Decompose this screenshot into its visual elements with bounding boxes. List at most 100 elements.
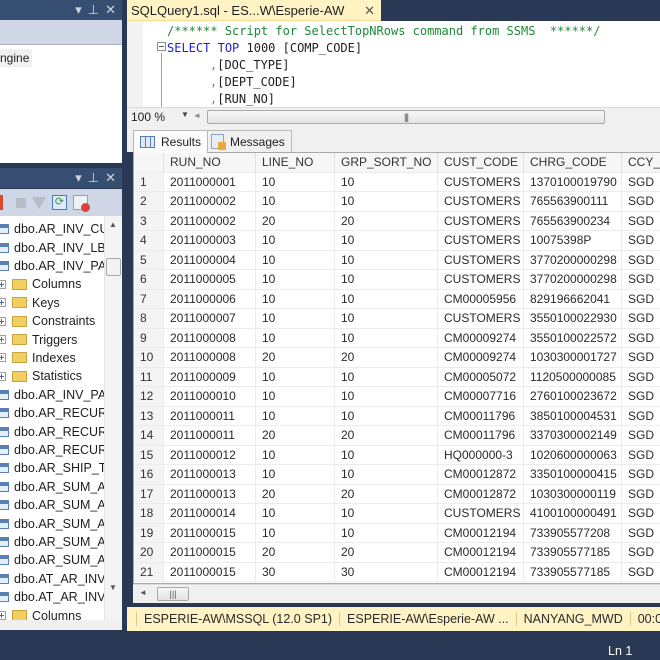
row-number[interactable]: 18 (134, 504, 164, 524)
grid-cell[interactable]: CUSTOMERS (438, 504, 524, 524)
grid-cell[interactable]: 10 (256, 406, 335, 426)
table-row[interactable]: 10 2011000008 20 20 CM00009274 1030300001727 S… (134, 348, 660, 368)
tree-table-item[interactable]: dbo.AR_INV_CU (0, 220, 104, 238)
table-row[interactable]: 16 2011000013 10 10 CM00012872 3350100000415 S… (134, 465, 660, 485)
tree-folder-item[interactable]: Columns (0, 275, 104, 293)
grid-cell[interactable]: 20 (335, 484, 438, 504)
grid-cell[interactable]: 2011000005 (164, 270, 256, 290)
column-header[interactable]: GRP_SORT_NO (335, 153, 438, 173)
grid-cell[interactable]: SGD (622, 387, 660, 407)
grid-cell[interactable]: SGD (622, 524, 660, 543)
grid-cell[interactable]: CM00012194 (438, 523, 524, 543)
table-row[interactable]: 14 2011000011 20 20 CM00011796 3370300002149 S… (134, 426, 660, 446)
column-header[interactable]: LINE_NO (256, 153, 335, 173)
grid-cell[interactable]: 10 (256, 523, 335, 543)
tree-table-item[interactable]: dbo.AR_SUM_A (0, 533, 104, 551)
grid-cell[interactable]: SGD (622, 465, 660, 485)
scroll-left-icon[interactable]: ◄ (193, 111, 201, 120)
query-editor[interactable]: /****** Script for SelectTopNRows comman… (127, 21, 660, 107)
tree-table-item[interactable]: dbo.AR_RECURF (0, 441, 104, 459)
grid-cell[interactable]: 2011000009 (164, 367, 256, 387)
row-number[interactable]: 8 (134, 309, 164, 329)
editor-hscroll-thumb[interactable]: ||| (207, 110, 605, 124)
zoom-level-select[interactable]: 100 % (131, 110, 165, 124)
grid-cell[interactable]: 2011000002 (164, 211, 256, 231)
grid-cell[interactable]: 20 (256, 426, 335, 446)
scroll-down-icon[interactable]: ▼ (109, 583, 117, 592)
grid-cell[interactable]: 2011000011 (164, 426, 256, 446)
column-header[interactable]: CCY_CODE (622, 153, 660, 173)
grid-cell[interactable]: 2011000012 (164, 445, 256, 465)
grid-cell[interactable]: CUSTOMERS (438, 270, 524, 290)
grid-cell[interactable]: 10 (335, 172, 438, 192)
grid-cell[interactable]: 10 (256, 465, 335, 485)
tree-table-item[interactable]: dbo.AT_AR_INV (0, 588, 104, 606)
table-row[interactable]: 21 2011000015 30 30 CM00012194 733905577185 SG… (134, 562, 660, 582)
tree-folder-item[interactable]: Indexes (0, 349, 104, 367)
grid-cell[interactable]: 2011000015 (164, 523, 256, 543)
panel-dropdown-icon[interactable]: ▾ (75, 2, 82, 18)
grid-cell[interactable]: CM00009274 (438, 348, 524, 368)
row-number[interactable]: 13 (134, 406, 164, 426)
grid-cell[interactable]: 10 (335, 406, 438, 426)
table-row[interactable]: 12 2011000010 10 10 CM00007716 2760100023672 S… (134, 387, 660, 407)
grid-cell[interactable]: CM00011796 (438, 406, 524, 426)
close-icon[interactable]: ✕ (105, 170, 116, 186)
object-explorer-scrollbar[interactable]: ▲ ▼ (104, 216, 122, 620)
table-row[interactable]: 18 2011000014 10 10 CUSTOMERS 4100100000491 SG… (134, 504, 660, 524)
row-number[interactable]: 16 (134, 465, 164, 485)
grid-cell[interactable]: 10 (335, 231, 438, 251)
grid-cell[interactable]: 10 (335, 328, 438, 348)
tree-table-item[interactable]: dbo.AT_AR_INV (0, 570, 104, 588)
grid-cell[interactable]: 30 (256, 562, 335, 582)
grid-cell[interactable]: CUSTOMERS (438, 211, 524, 231)
grid-cell[interactable]: CM00012194 (438, 562, 524, 582)
grid-cell[interactable]: 2011000013 (164, 484, 256, 504)
grid-cell[interactable]: 2011000002 (164, 192, 256, 212)
tree-table-item[interactable]: dbo.AR_SUM_A (0, 551, 104, 569)
grid-cell[interactable]: 2011000015 (164, 562, 256, 582)
grid-cell[interactable]: 10 (335, 270, 438, 290)
grid-cell[interactable]: CUSTOMERS (438, 250, 524, 270)
grid-cell[interactable]: 20 (335, 543, 438, 563)
row-number[interactable]: 10 (134, 348, 164, 368)
grid-cell[interactable]: 10 (335, 309, 438, 329)
grid-hscroll-thumb[interactable]: ||| (157, 587, 189, 601)
grid-cell[interactable]: 20 (335, 348, 438, 368)
tree-table-item[interactable]: dbo.AR_INV_LBI (0, 238, 104, 256)
table-row[interactable]: 8 2011000007 10 10 CUSTOMERS 3550100022930 SGD (134, 309, 660, 329)
row-number[interactable]: 12 (134, 387, 164, 407)
tree-table-item[interactable]: dbo.AR_SHIP_TF (0, 459, 104, 477)
grid-cell[interactable]: SGD (622, 563, 660, 582)
grid-cell[interactable]: 3550100022572 (524, 328, 622, 348)
column-header[interactable]: CHRG_CODE (524, 153, 622, 173)
grid-cell[interactable]: 765563900234 (524, 211, 622, 231)
script-icon[interactable] (73, 195, 90, 212)
grid-cell[interactable]: 10 (335, 192, 438, 212)
row-number[interactable]: 2 (134, 192, 164, 212)
grid-cell[interactable]: CUSTOMERS (438, 309, 524, 329)
grid-cell[interactable]: 10 (256, 504, 335, 524)
server-type-item[interactable]: ngine (0, 49, 33, 67)
expand-icon[interactable] (0, 335, 6, 345)
scroll-left-icon[interactable]: ◄ (139, 588, 147, 597)
grid-cell[interactable]: 829196662041 (524, 289, 622, 309)
grid-cell[interactable]: CM00007716 (438, 387, 524, 407)
results-grid[interactable]: RUN_NO LINE_NO GRP_SORT_NO CUST_CODE CHRG_CO… (133, 152, 660, 584)
grid-cell[interactable]: 20 (256, 484, 335, 504)
grid-cell[interactable]: 20 (335, 426, 438, 446)
grid-cell[interactable]: 10 (256, 445, 335, 465)
tree-table-item[interactable]: dbo.AR_SUM_A (0, 514, 104, 532)
grid-cell[interactable]: 10 (335, 504, 438, 524)
column-header[interactable] (134, 153, 164, 173)
row-number[interactable]: 3 (134, 211, 164, 231)
grid-cell[interactable]: 20 (256, 211, 335, 231)
expand-icon[interactable] (0, 353, 6, 363)
grid-cell[interactable]: 10 (335, 289, 438, 309)
grid-cell[interactable]: 3550100022930 (524, 309, 622, 329)
scroll-up-icon[interactable]: ▲ (109, 220, 117, 229)
row-number[interactable]: 7 (134, 289, 164, 309)
grid-cell[interactable]: 2011000010 (164, 387, 256, 407)
column-header[interactable]: CUST_CODE (438, 153, 524, 173)
grid-cell[interactable]: 2011000011 (164, 406, 256, 426)
